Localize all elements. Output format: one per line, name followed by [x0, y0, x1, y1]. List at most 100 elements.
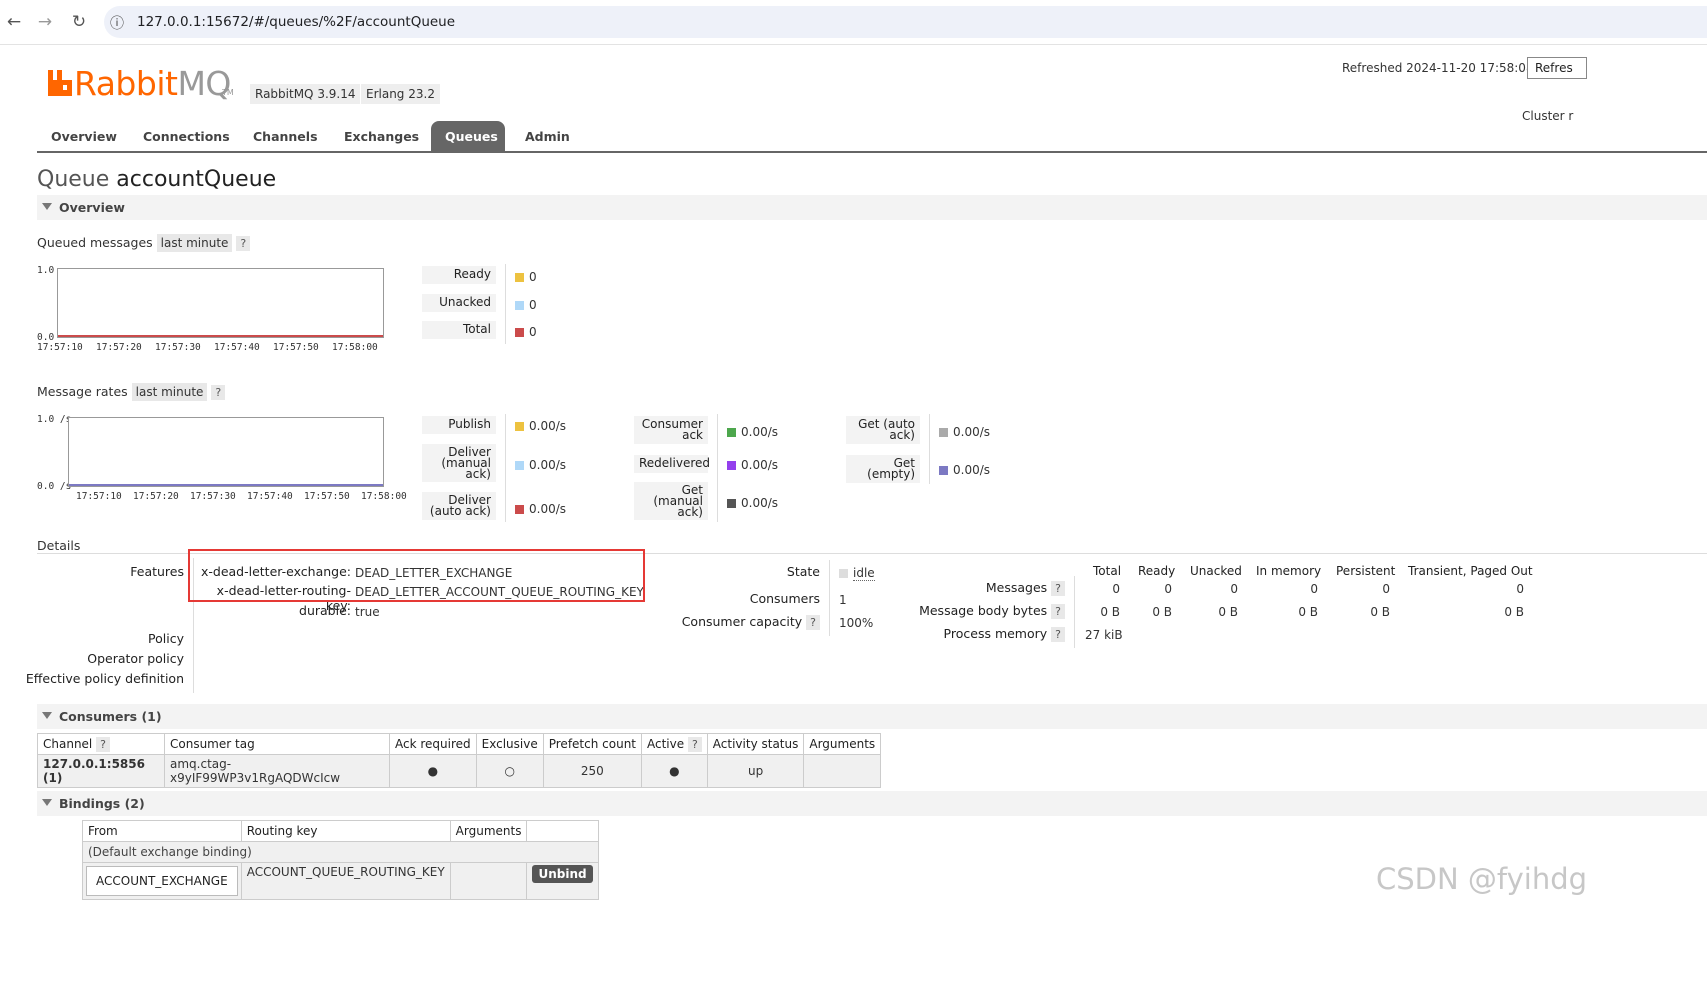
url-text[interactable]: 127.0.0.1:15672/#/queues/%2F/accountQueu…: [137, 14, 455, 30]
tab-channels[interactable]: Channels: [253, 129, 318, 144]
consumers-col-ack: Ack required: [389, 733, 477, 755]
consumers-col-prefetch: Prefetch count: [542, 733, 643, 755]
active-dot: ●: [641, 754, 708, 788]
queued-messages-label: Queued messages last minute ?: [37, 234, 251, 252]
state-indicator-icon: [839, 569, 848, 578]
consumers-col-arguments: Arguments: [803, 733, 882, 755]
table-row: 127.0.0.1:5856 (1) amq.ctag-x9yIF99WP3v1…: [37, 754, 882, 788]
tab-overview[interactable]: Overview: [51, 129, 117, 144]
rates-col3-divider: [929, 414, 930, 484]
red-highlight-annotation: [188, 549, 645, 602]
publish-rate-value: 0.00/s: [515, 419, 566, 433]
msg-table-cell: 0: [1230, 582, 1238, 596]
ack-required-dot: ●: [389, 754, 477, 788]
refresh-interval-select[interactable]: Refres: [1527, 57, 1587, 79]
binding-action-cell: Unbind: [526, 862, 599, 900]
consumers-section-toggle[interactable]: Consumers (1): [37, 704, 1707, 729]
overview-section-toggle[interactable]: Overview: [37, 195, 1707, 220]
get-manual-ack-value: 0.00/s: [727, 496, 778, 510]
bindings-col-from: From: [82, 820, 242, 842]
rates-x-tick: 17:57:30: [190, 491, 236, 502]
consumer-capacity-label: Consumer capacity ?: [660, 614, 820, 630]
collapse-triangle-icon: [42, 203, 52, 210]
active-help-icon[interactable]: ?: [687, 737, 702, 752]
queued-stats-divider: [505, 264, 506, 344]
unbind-button[interactable]: Unbind: [532, 865, 593, 883]
process-memory-help-icon[interactable]: ?: [1051, 627, 1065, 642]
refreshed-timestamp: Refreshed 2024-11-20 17:58:08: [1342, 61, 1534, 75]
binding-arguments: [449, 862, 528, 900]
forward-arrow-icon[interactable]: →: [35, 12, 55, 32]
tab-exchanges[interactable]: Exchanges: [344, 129, 419, 144]
binding-routing-key: ACCOUNT_QUEUE_ROUTING_KEY: [240, 862, 451, 900]
site-info-icon[interactable]: ⓘ: [110, 13, 124, 33]
logo-trademark: TM: [222, 88, 234, 97]
total-count-value: 0: [515, 325, 537, 339]
default-exchange-binding: (Default exchange binding): [82, 841, 599, 863]
ready-count-label: Ready: [422, 266, 496, 284]
msg-table-cell: 0: [1112, 582, 1120, 596]
state-label: State: [786, 564, 820, 579]
publish-swatch: [515, 422, 524, 431]
consumer-channel-link[interactable]: 127.0.0.1:5856 (1): [37, 754, 165, 788]
tab-admin[interactable]: Admin: [525, 129, 570, 144]
channel-help-icon[interactable]: ?: [96, 737, 110, 752]
consumer-arguments: [803, 754, 882, 788]
reload-icon[interactable]: ↻: [69, 12, 89, 32]
rabbitmq-logo-text[interactable]: RabbitMQ: [74, 64, 231, 104]
bindings-section-toggle[interactable]: Bindings (2): [37, 791, 1707, 816]
unacked-swatch: [515, 301, 524, 310]
rates-range-select[interactable]: last minute: [131, 383, 208, 401]
back-arrow-icon[interactable]: ←: [4, 12, 24, 32]
bindings-header-row: From Routing key Arguments: [82, 820, 599, 842]
binding-exchange-link[interactable]: ACCOUNT_EXCHANGE: [86, 866, 238, 896]
rates-x-tick: 17:57:20: [133, 491, 179, 502]
queued-help-icon[interactable]: ?: [236, 236, 251, 251]
logo-mq-text: MQ: [177, 64, 231, 103]
state-divider: [829, 560, 830, 636]
msg-table-cell: 0: [1164, 582, 1172, 596]
bindings-col-action: [526, 820, 599, 842]
activity-status: up: [706, 754, 805, 788]
bindings-col-arguments: Arguments: [449, 820, 528, 842]
msg-col-transient: Transient, Paged Out: [1408, 564, 1533, 578]
msg-col-ready: Ready: [1138, 564, 1176, 578]
get-manual-swatch: [727, 499, 736, 508]
rates-y-max: 1.0 /s: [37, 414, 72, 425]
collapse-triangle-icon: [42, 799, 52, 806]
queued-x-tick: 17:58:00: [332, 342, 378, 353]
consumer-ack-label: Consumer ack: [634, 416, 708, 444]
queued-messages-chart: [57, 268, 384, 338]
policy-label: Policy: [148, 631, 184, 646]
queued-range-select[interactable]: last minute: [156, 234, 233, 252]
deliver-manual-ack-label: Deliver (manual ack): [422, 444, 496, 482]
consumer-tag: amq.ctag-x9yIF99WP3v1RgAQDWcIcw: [164, 754, 390, 788]
prefetch-count: 250: [542, 754, 643, 788]
capacity-help-icon[interactable]: ?: [806, 615, 820, 630]
table-row: ACCOUNT_EXCHANGE ACCOUNT_QUEUE_ROUTING_K…: [82, 862, 599, 900]
logo-rabbit-text: Rabbit: [74, 64, 178, 103]
feature-value-durable: true: [355, 605, 380, 619]
tab-connections[interactable]: Connections: [143, 129, 230, 144]
unacked-count-label: Unacked: [422, 294, 496, 312]
collapse-triangle-icon: [42, 712, 52, 719]
tab-queues[interactable]: Queues: [445, 129, 498, 144]
msg-table-cell: 0 B: [1504, 605, 1524, 619]
msg-col-persistent: Persistent: [1336, 564, 1396, 578]
deliver-auto-ack-value: 0.00/s: [515, 502, 566, 516]
msg-col-in-memory: In memory: [1256, 564, 1322, 578]
page-title: Queue accountQueue: [37, 167, 276, 192]
rates-y-min: 0.0 /s: [37, 481, 72, 492]
publish-rate-label: Publish: [422, 416, 496, 434]
get-manual-ack-label: Get (manual ack): [634, 482, 708, 520]
effective-policy-label: Effective policy definition: [25, 671, 184, 686]
consumers-col-channel: Channel ?: [37, 733, 165, 755]
feature-key-durable: durable:: [299, 603, 351, 618]
body-bytes-row-label: Message body bytes ?: [900, 603, 1065, 619]
msg-table-cell: 0: [1516, 582, 1524, 596]
rates-col1-divider: [505, 414, 506, 522]
process-memory-row-label: Process memory ?: [900, 626, 1065, 642]
ready-swatch: [515, 273, 524, 282]
get-auto-ack-value: 0.00/s: [939, 425, 990, 439]
rates-help-icon[interactable]: ?: [211, 385, 226, 400]
